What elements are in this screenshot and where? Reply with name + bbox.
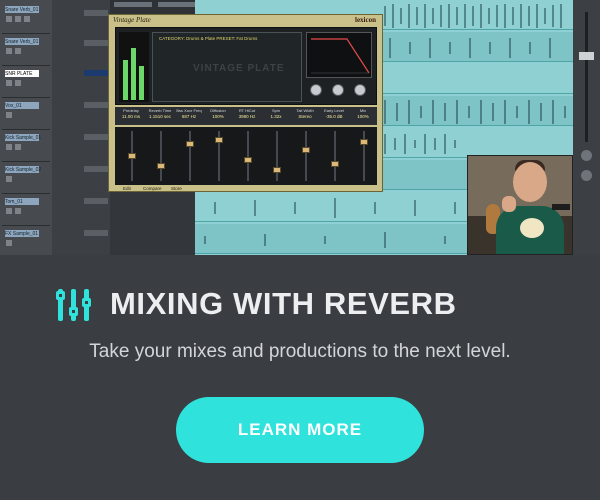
shirt-logo	[520, 218, 544, 238]
track-row-selected: SNR PLATE	[2, 68, 50, 98]
daw-screenshot: Snare Verb_01 Snare Verb_01 SNR PLATE Vo…	[0, 0, 600, 255]
preset-screen[interactable]: CATEGORY: Drums & Plate PRESET: Fat Drum…	[152, 32, 302, 102]
master-fader[interactable]	[579, 52, 594, 60]
plugin-fader-cap[interactable]	[360, 139, 368, 145]
reverb-plugin-window: Vintage Plate lexicon CATEGORY: Drums & …	[108, 14, 383, 192]
plugin-fader-cap[interactable]	[128, 153, 136, 159]
promo-title: MIXING WITH REVERB	[110, 286, 457, 321]
sliders-icon	[55, 287, 94, 325]
track-label: Kick Sample_01	[5, 135, 42, 141]
param-reverb-time: Reverb Time 1.1510 sec	[148, 108, 172, 119]
pan-knob[interactable]	[581, 170, 592, 181]
track-list: Snare Verb_01 Snare Verb_01 SNR PLATE Vo…	[0, 0, 52, 255]
plugin-fader-cap[interactable]	[186, 141, 194, 147]
inserts-column	[52, 0, 110, 255]
headline: MIXING WITH REVERB	[0, 285, 600, 327]
track-row: Vox_01	[2, 100, 50, 130]
instructor-webcam	[467, 155, 573, 255]
track-label: Snare Verb_01	[5, 7, 39, 13]
plugin-fader-cap[interactable]	[273, 167, 281, 173]
param-spin: Spin 1.32x	[270, 108, 282, 119]
store-button[interactable]: Store	[171, 186, 182, 191]
plugin-fader-cap[interactable]	[215, 137, 223, 143]
plugin-fader-cap[interactable]	[302, 147, 310, 153]
track-row: Snare Verb_01	[2, 36, 50, 66]
plugin-display-panel: CATEGORY: Drums & Plate PRESET: Fat Drum…	[115, 27, 377, 105]
track-row: Kick Sample_01	[2, 132, 50, 162]
param-early-level: Early Level -35.0 dB	[324, 108, 344, 119]
edit-button[interactable]: Edit	[123, 186, 131, 191]
plugin-faders	[115, 127, 377, 185]
track-label: Kick Sample_02	[5, 167, 42, 173]
param-tail-width: Tail Width Stereo	[296, 108, 314, 119]
master-strip	[573, 0, 600, 255]
track-row: FX Sample_01	[2, 228, 50, 255]
plugin-fader-cap[interactable]	[244, 157, 252, 163]
track-label: FX Sample_01	[5, 231, 39, 237]
plugin-footer: Edit Compare Store	[115, 186, 377, 192]
decay-graph	[306, 32, 372, 78]
plugin-title: Vintage Plate	[113, 16, 151, 24]
parameter-strip: Predelay 11.00 ms Reverb Time 1.1510 sec B…	[115, 107, 377, 125]
track-row: Kick Sample_02	[2, 164, 50, 194]
track-row: Snare Verb_01	[2, 4, 50, 34]
track-label: Tom_01	[5, 199, 23, 205]
track-label: Vox_01	[5, 103, 22, 109]
level-knob[interactable]	[310, 84, 322, 96]
track-label: Snare Verb_01	[5, 39, 39, 45]
learn-more-button[interactable]: LEARN MORE	[176, 397, 424, 463]
microphone	[552, 204, 570, 210]
pan-knob[interactable]	[581, 150, 592, 161]
param-mix: Mix 100%	[357, 108, 369, 119]
mix-knob[interactable]	[354, 84, 366, 96]
param-diffusion: Diffusion 100%	[210, 108, 226, 119]
param-predelay: Predelay 11.00 ms	[121, 108, 141, 119]
plugin-fader-cap[interactable]	[331, 161, 339, 167]
plugin-brand: lexicon	[355, 16, 376, 24]
level-meters	[119, 32, 149, 102]
param-rt-hicut: RT HiCut 3980 Hz	[238, 108, 256, 119]
width-knob[interactable]	[332, 84, 344, 96]
promo-panel: MIXING WITH REVERB Take your mixes and p…	[0, 255, 600, 500]
param-bss-xovr: Bss Xovr Freq 687 Hz	[176, 108, 202, 119]
compare-button[interactable]: Compare	[143, 186, 162, 191]
promo-subtitle: Take your mixes and productions to the n…	[89, 341, 511, 362]
track-label: SNR PLATE	[5, 71, 33, 77]
track-row: Tom_01	[2, 196, 50, 226]
plugin-display-name: VINTAGE PLATE	[193, 63, 285, 74]
instructor-face	[513, 162, 547, 202]
output-knobs	[306, 82, 372, 102]
preset-line: CATEGORY: Drums & Plate PRESET: Fat Drum…	[159, 36, 258, 41]
plugin-fader-cap[interactable]	[157, 163, 165, 169]
